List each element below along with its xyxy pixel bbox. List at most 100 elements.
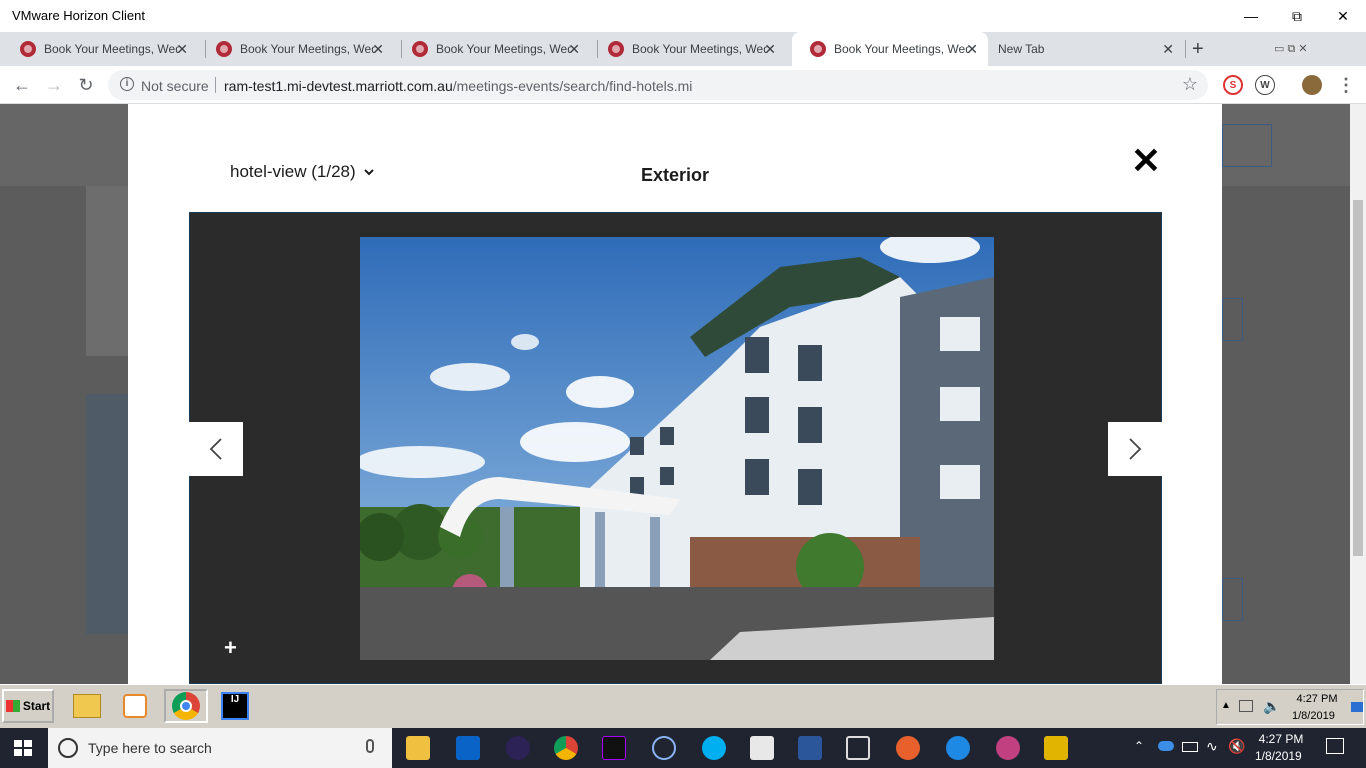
new-tab-button[interactable]: +	[1192, 32, 1220, 66]
vdi-window-controls[interactable]: ▭ ⧉ ✕	[1274, 32, 1350, 66]
page-scrollbar[interactable]	[1350, 104, 1366, 684]
browser-tab[interactable]: Book Your Meetings, Weddi ✕	[394, 32, 590, 66]
marriott-favicon-icon	[810, 41, 826, 57]
forward-arrow-icon[interactable]: →	[40, 72, 68, 98]
background-card-image	[86, 394, 128, 634]
file-explorer-icon[interactable]	[406, 736, 430, 760]
security-status: Not secure	[141, 78, 209, 94]
zoom-plus-icon[interactable]: +	[224, 635, 237, 661]
taskbar-search-box[interactable]: Type here to search	[48, 728, 392, 768]
remote-desktop-taskbar: Start IJ ▲ 🔈 4:27 PM 1/8/2019	[0, 684, 1366, 728]
outlook-icon[interactable]	[456, 736, 480, 760]
network-icon[interactable]	[1239, 700, 1253, 712]
tab-label: Book Your Meetings, Weddi	[834, 42, 969, 56]
microphone-icon[interactable]	[366, 739, 374, 753]
show-desktop-icon[interactable]	[1351, 702, 1363, 712]
image-gallery-modal: hotel-view (1/28) Exterior ✕ +	[128, 104, 1222, 684]
chrome-icon[interactable]	[554, 736, 578, 760]
volume-icon[interactable]: 🔈	[1263, 698, 1280, 715]
tab-divider	[597, 40, 598, 58]
host-taskbar: Type here to search ⌃ ∿ 🔇 4:27 PM 1/8/20…	[0, 728, 1366, 768]
tab-close-icon[interactable]: ✕	[568, 41, 580, 58]
tab-close-icon[interactable]: ✕	[176, 41, 188, 58]
vmware-horizon-icon[interactable]	[846, 736, 870, 760]
wifi-icon[interactable]: ∿	[1206, 738, 1218, 755]
eclipse-icon[interactable]	[506, 736, 530, 760]
close-window-button[interactable]: ✕	[1320, 0, 1366, 32]
windows-start-icon[interactable]	[14, 740, 32, 756]
tab-divider	[205, 40, 206, 58]
marriott-favicon-icon	[608, 41, 624, 57]
info-icon[interactable]: i	[120, 77, 134, 91]
start-button[interactable]: Start	[2, 689, 54, 723]
image-viewer: +	[189, 212, 1162, 684]
tab-label: Book Your Meetings, Weddi	[632, 42, 767, 56]
lock-icon[interactable]	[1044, 736, 1068, 760]
vmware-title-bar: VMware Horizon Client — ⧉ ✕	[0, 0, 1366, 32]
paint-icon[interactable]	[996, 736, 1020, 760]
chrome-taskbar-icon[interactable]	[164, 689, 208, 723]
wappalyzer-extension-icon[interactable]: W	[1255, 75, 1275, 95]
scrollbar-thumb[interactable]	[1353, 200, 1363, 556]
bookmark-star-icon[interactable]: ☆	[1182, 74, 1198, 95]
next-image-button[interactable]	[1108, 422, 1162, 476]
background-button	[1222, 298, 1243, 341]
host-clock-date: 1/8/2019	[1255, 749, 1302, 763]
intellij-icon[interactable]: IJ	[218, 689, 252, 723]
intellij-icon[interactable]	[602, 736, 626, 760]
browser-tab[interactable]: Book Your Meetings, Weddi ✕	[2, 32, 198, 66]
action-center-icon[interactable]	[1326, 738, 1344, 754]
chevron-left-icon	[209, 438, 222, 460]
modal-title: Exterior	[640, 165, 710, 185]
hotel-photo-illustration	[360, 237, 994, 660]
minimize-button[interactable]: —	[1228, 0, 1274, 32]
marriott-favicon-icon	[412, 41, 428, 57]
url-path: /meetings-events/search/find-hotels.mi	[452, 78, 693, 94]
background-button	[1222, 124, 1272, 167]
postman-icon[interactable]	[896, 736, 920, 760]
file-explorer-icon[interactable]	[70, 689, 104, 723]
tab-divider	[1185, 40, 1186, 58]
volume-muted-icon[interactable]: 🔇	[1228, 738, 1245, 755]
tray-chevron-up-icon[interactable]: ▲	[1221, 700, 1231, 711]
url-text[interactable]: ram-test1.mi-devtest.marriott.com.au/mee…	[224, 78, 692, 94]
back-arrow-icon[interactable]: ←	[8, 72, 36, 98]
tab-label: Book Your Meetings, Weddi	[240, 42, 375, 56]
browser-tab-new[interactable]: New Tab ✕	[988, 32, 1184, 66]
media-player-icon[interactable]	[118, 689, 152, 723]
skype-icon[interactable]	[702, 736, 726, 760]
tab-close-icon[interactable]: ✕	[966, 41, 978, 58]
browser-tab-active[interactable]: Book Your Meetings, Weddi ✕	[792, 32, 988, 66]
browser-toolbar: ← → ↻ i Not secure ram-test1.mi-devtest.…	[0, 66, 1366, 104]
tab-close-icon[interactable]: ✕	[372, 41, 384, 58]
photos-icon[interactable]	[750, 736, 774, 760]
edge-icon[interactable]	[946, 736, 970, 760]
profile-avatar[interactable]	[1302, 75, 1322, 95]
tab-label: Book Your Meetings, Weddi	[436, 42, 571, 56]
marriott-favicon-icon	[20, 41, 36, 57]
onedrive-icon[interactable]	[1158, 741, 1174, 751]
tray-chevron-up-icon[interactable]: ⌃	[1134, 739, 1144, 753]
host-clock-time: 4:27 PM	[1258, 732, 1304, 746]
browser-tab[interactable]: Book Your Meetings, Weddi ✕	[590, 32, 786, 66]
search-placeholder: Type here to search	[88, 740, 212, 756]
close-icon[interactable]: ✕	[1130, 143, 1162, 179]
menu-kebab-icon[interactable]: ⋮	[1332, 72, 1360, 98]
address-bar[interactable]: i Not secure ram-test1.mi-devtest.marrio…	[108, 70, 1208, 100]
word-icon[interactable]	[798, 736, 822, 760]
previous-image-button[interactable]	[189, 422, 243, 476]
hotel-exterior-photo	[360, 237, 994, 660]
browser-tab[interactable]: Book Your Meetings, Weddi ✕	[198, 32, 394, 66]
start-label: Start	[22, 699, 51, 713]
tab-close-icon[interactable]: ✕	[764, 41, 776, 58]
battery-icon[interactable]	[1182, 742, 1198, 752]
remote-system-tray: ▲ 🔈 4:27 PM 1/8/2019	[1216, 689, 1364, 725]
reload-icon[interactable]: ↻	[72, 72, 100, 98]
cortana-app-icon[interactable]	[652, 736, 676, 760]
extension-icon[interactable]: S	[1223, 75, 1243, 95]
tab-label: Book Your Meetings, Weddi	[44, 42, 179, 56]
tab-close-icon[interactable]: ✕	[1162, 41, 1174, 58]
window-title: VMware Horizon Client	[12, 8, 145, 23]
chevron-right-icon	[1129, 438, 1142, 460]
restore-button[interactable]: ⧉	[1274, 0, 1320, 32]
